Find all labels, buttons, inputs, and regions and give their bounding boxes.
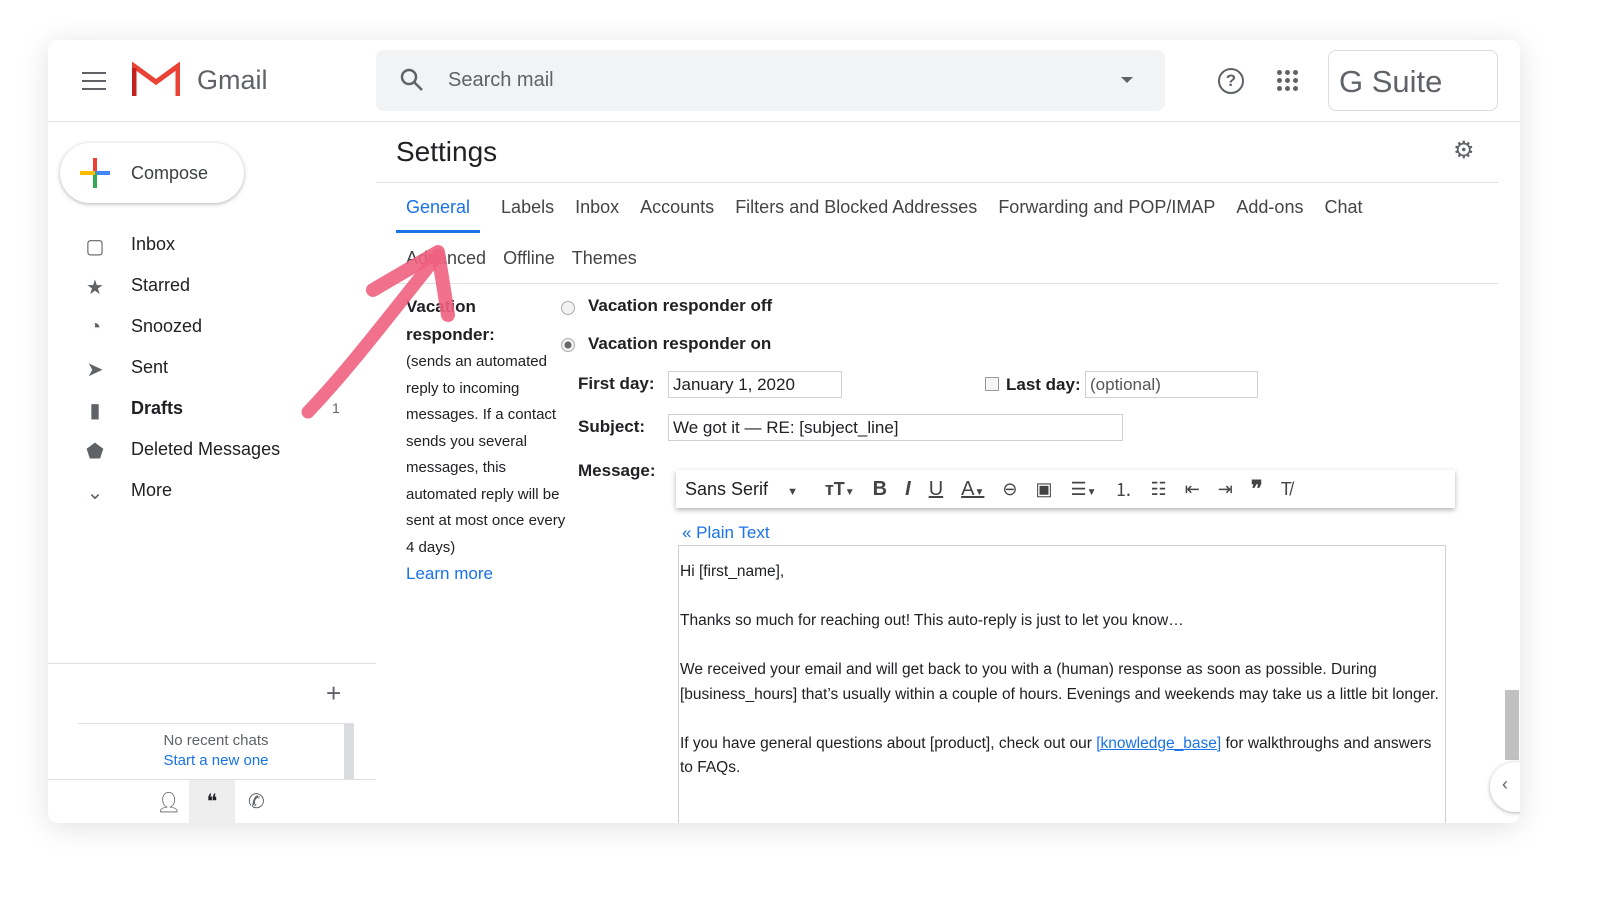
contacts-icon[interactable]: 👤︎: [156, 790, 181, 815]
gsuite-logo[interactable]: G Suite: [1328, 50, 1498, 111]
page-title: Settings: [396, 136, 498, 167]
page-scrollbar[interactable]: [1505, 690, 1519, 760]
italic-icon[interactable]: I: [896, 478, 920, 501]
clock-icon: ◔: [88, 316, 102, 338]
chat-toolbar: 👤︎ ❝ ✆: [48, 779, 376, 823]
body-paragraph: Thanks so much for reaching out! This au…: [680, 612, 1184, 629]
start-new-chat-link[interactable]: Start a new one: [78, 749, 354, 769]
indent-less-icon[interactable]: ⇤: [1176, 479, 1209, 500]
first-day-label: First day:: [578, 374, 655, 393]
sidebar-item-label: Sent: [131, 357, 169, 377]
tab-offline[interactable]: Offline: [503, 248, 555, 268]
sidebar-item-label: Drafts: [131, 398, 184, 418]
bold-icon[interactable]: B: [864, 478, 896, 501]
bulleted-list-icon[interactable]: ☷: [1142, 479, 1176, 500]
search-options-caret-icon[interactable]: [1121, 77, 1133, 83]
settings-tabs: General Labels Inbox Accounts Filters and Bl…: [396, 197, 1383, 233]
underline-icon[interactable]: U: [920, 478, 952, 501]
chevron-down-icon: ⌄: [86, 482, 104, 504]
label-icon: ⬟: [86, 441, 104, 463]
learn-more-link[interactable]: Learn more: [406, 564, 493, 583]
send-icon: ➤: [86, 359, 104, 381]
divider: [48, 663, 376, 664]
last-day-checkbox[interactable]: [985, 377, 999, 391]
knowledge-base-link[interactable]: [knowledge_base]: [1096, 735, 1221, 752]
help-icon[interactable]: ?: [1218, 68, 1244, 94]
star-icon: ★: [86, 277, 104, 299]
vacation-on-radio[interactable]: [561, 338, 575, 352]
chat-scrollbar[interactable]: [344, 724, 354, 780]
align-icon[interactable]: ☰▼: [1062, 479, 1106, 500]
draft-icon: ▮: [89, 400, 101, 422]
tab-chat[interactable]: Chat: [1324, 197, 1362, 233]
tab-themes[interactable]: Themes: [572, 248, 637, 268]
sidebar-item-label: Deleted Messages: [131, 439, 281, 459]
vacation-off-radio[interactable]: [561, 301, 575, 315]
last-day-label: Last day:: [1006, 375, 1081, 394]
text-color-icon[interactable]: A▼: [952, 478, 993, 501]
search-bar[interactable]: Search mail: [376, 50, 1165, 111]
compose-button[interactable]: Compose: [60, 143, 244, 203]
gmail-logo: [132, 62, 180, 96]
gear-icon[interactable]: ⚙: [1453, 136, 1475, 165]
divider: [376, 283, 1498, 284]
body-greeting: Hi [first_name],: [680, 563, 785, 580]
hangouts-icon[interactable]: ❝: [189, 780, 235, 823]
subject-label: Subject:: [578, 417, 646, 436]
vacation-on-label: Vacation responder on: [588, 334, 772, 353]
tab-labels[interactable]: Labels: [501, 197, 554, 233]
message-label: Message:: [578, 461, 656, 480]
formatting-toolbar: Sans Serif ▼ ᴛT▼ B I U A▼ ⊖ ▣ ☰▼ ⒈ ☷ ⇤ ⇥…: [676, 470, 1455, 508]
first-day-input[interactable]: January 1, 2020: [668, 371, 842, 398]
plus-icon: [80, 158, 110, 188]
sidebar-item-more[interactable]: ⌄ More: [48, 475, 376, 516]
divider: [376, 182, 1498, 183]
indent-more-icon[interactable]: ⇥: [1209, 479, 1242, 500]
plain-text-link[interactable]: « Plain Text: [682, 523, 770, 543]
numbered-list-icon[interactable]: ⒈: [1106, 476, 1142, 502]
compose-label: Compose: [131, 163, 209, 183]
tab-inbox[interactable]: Inbox: [575, 197, 619, 233]
sidebar-item-label: Snoozed: [131, 316, 203, 336]
image-icon[interactable]: ▣: [1026, 479, 1061, 500]
body-paragraph: We received your email and will get back…: [680, 661, 1439, 703]
no-recent-chats: No recent chats: [163, 732, 269, 749]
font-name: Sans Serif: [685, 478, 769, 499]
search-icon: [400, 68, 423, 91]
sidebar-item-label: Starred: [131, 275, 191, 295]
new-chat-plus-icon[interactable]: +: [326, 678, 341, 709]
sidebar-item-label: Inbox: [131, 234, 176, 254]
quote-icon[interactable]: ❞: [1242, 476, 1272, 502]
apps-grid-icon[interactable]: [1277, 70, 1299, 92]
tab-forwarding-and-pop-imap[interactable]: Forwarding and POP/IMAP: [998, 197, 1215, 233]
last-day-input[interactable]: (optional): [1085, 371, 1258, 398]
gmail-window: Gmail Search mail ? G Suite Compose ▢ Inb…: [48, 40, 1520, 823]
subject-input[interactable]: We got it — RE: [subject_line]: [668, 414, 1123, 441]
font-size-icon[interactable]: ᴛT▼: [816, 479, 864, 500]
font-select[interactable]: Sans Serif ▼: [676, 479, 816, 500]
vacation-off-label: Vacation responder off: [588, 296, 773, 315]
phone-icon[interactable]: ✆: [248, 789, 265, 814]
annotation-arrow: [301, 245, 455, 419]
tab-filters-and-blocked-addresses[interactable]: Filters and Blocked Addresses: [735, 197, 977, 233]
search-input[interactable]: Search mail: [448, 69, 554, 92]
sidebar-item-label: More: [131, 480, 173, 500]
tab-general[interactable]: General: [396, 197, 481, 233]
tab-add-ons[interactable]: Add-ons: [1236, 197, 1303, 233]
main-menu-button[interactable]: [82, 72, 106, 90]
side-panel-toggle[interactable]: ‹: [1490, 762, 1520, 812]
message-editor[interactable]: Hi [first_name], Thanks so much for reac…: [678, 545, 1446, 823]
inbox-icon: ▢: [85, 236, 105, 258]
body-paragraph: If you have general questions about [pro…: [680, 734, 1432, 777]
chat-panel: No recent chats Start a new one: [78, 723, 354, 780]
link-icon[interactable]: ⊖: [993, 479, 1026, 500]
sidebar-item-deleted-messages[interactable]: ⬟ Deleted Messages: [48, 434, 376, 475]
tab-accounts[interactable]: Accounts: [640, 197, 714, 233]
remove-formatting-icon[interactable]: T̸: [1272, 479, 1301, 500]
brand-name: Gmail: [197, 65, 268, 95]
